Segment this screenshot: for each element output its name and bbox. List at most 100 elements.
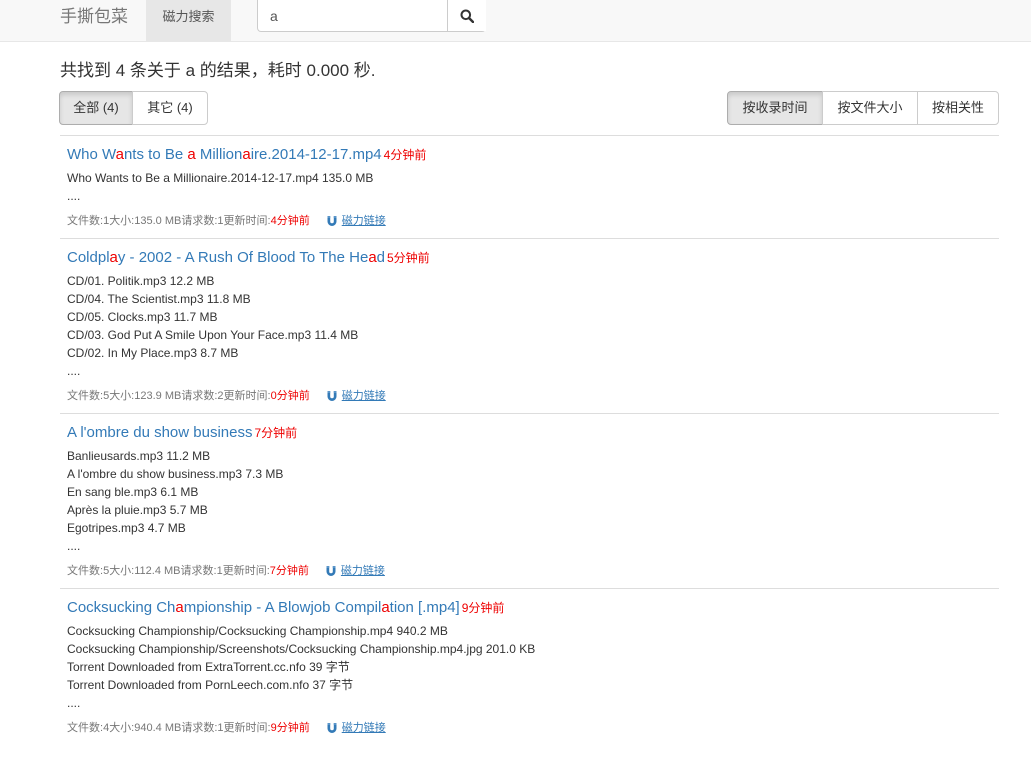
result-meta: 文件数: 1 大小: 135.0 MB 请求数: 1 更新时间: 4分钟前 磁力链… [67,213,992,238]
title-text: Coldpl [67,249,110,266]
file-entry: Egotripes.mp3 4.7 MB [67,521,186,535]
sort-by-size-button[interactable]: 按文件大小 [822,91,918,125]
result-meta: 文件数: 5 大小: 112.4 MB 请求数: 1 更新时间: 7分钟前 磁力链… [67,563,992,588]
meta-updated-label: 更新时间: [222,565,270,577]
file-list: Who Wants to Be a Millionaire.2014-12-17… [67,169,992,205]
highlighted-term: a [115,146,124,163]
meta-size: 112.4 MB [134,565,181,577]
highlighted-term: a [368,249,377,266]
search-input[interactable] [258,0,447,31]
sort-by-time-button[interactable]: 按收录时间 [727,91,823,125]
magnet-link[interactable]: 磁力链接 [325,563,385,579]
file-entry: Who Wants to Be a Millionaire.2014-12-17… [67,171,374,185]
meta-updated: 4分钟前 [270,215,310,227]
file-entry: .... [67,364,81,378]
search-icon [460,9,474,23]
file-entry: .... [67,189,81,203]
meta-files-label: 文件数: [67,565,104,577]
highlighted-term: a [242,146,251,163]
meta-size: 123.9 MB [134,390,182,402]
result-item: Who Wants to Be a Millionaire.2014-12-17… [60,135,999,238]
file-entry: CD/04. The Scientist.mp3 11.8 MB [67,292,251,306]
title-text: tion [.mp4] [389,599,460,616]
result-summary: 共找到 4 条关于 a 的结果，耗时 0.000 秒. [60,61,376,80]
result-title: Coldplay - 2002 - A Rush Of Blood To The… [67,248,992,268]
result-title-link[interactable]: Who Wants to Be a Millionaire.2014-12-17… [67,146,382,163]
file-list: Banlieusards.mp3 11.2 MB A l'ombre du sho… [67,447,992,555]
filter-all-button[interactable]: 全部 (4) [59,91,133,125]
meta-size-label: 大小: [109,722,135,734]
title-text: Who W [67,146,116,163]
result-item: Cocksucking Championship - A Blowjob Com… [60,588,999,745]
meta-size-label: 大小: [109,565,135,577]
magnet-link-label: 磁力链接 [341,390,386,402]
file-entry: .... [67,696,81,710]
file-entry: Après la pluie.mp3 5.7 MB [67,503,208,517]
navbar: 手撕包菜 磁力搜索 [0,0,1031,42]
magnet-icon [327,216,337,226]
meta-requests-label: 请求数: [181,215,218,227]
title-text: mpionship - A Blowjob Compil [183,599,382,616]
file-entry: Banlieusards.mp3 11.2 MB [67,449,211,463]
result-item: Coldplay - 2002 - A Rush Of Blood To The… [60,238,999,413]
file-entry: CD/02. In My Place.mp3 8.7 MB [67,346,239,360]
magnet-icon [327,391,337,401]
meta-requests-label: 请求数: [181,390,218,402]
meta-updated-label: 更新时间: [223,722,271,734]
meta-size: 940.4 MB [134,722,182,734]
meta-updated: 7分钟前 [269,565,309,577]
title-text: d [376,249,385,266]
meta-size-label: 大小: [109,215,135,227]
file-entry: .... [67,539,81,553]
file-list: CD/01. Politik.mp3 12.2 MB CD/04. The Sci… [67,272,992,380]
result-title: Who Wants to Be a Millionaire.2014-12-17… [67,145,992,165]
magnet-link[interactable]: 磁力链接 [326,213,386,229]
title-text: nts to Be [123,146,188,163]
file-entry: En sang ble.mp3 6.1 MB [67,485,199,499]
file-entry: CD/03. God Put A Smile Upon Your Face.mp… [67,328,359,342]
tab-magnet-search[interactable]: 磁力搜索 [146,0,231,41]
result-title-link[interactable]: Cocksucking Championship - A Blowjob Com… [67,599,460,616]
meta-files-label: 文件数: [67,215,104,227]
file-entry: Cocksucking Championship/Cocksucking Cha… [67,624,448,638]
meta-updated-label: 更新时间: [223,215,271,227]
result-title-link[interactable]: A l'ombre du show business [67,424,252,441]
file-entry: Torrent Downloaded from PornLeech.com.nf… [67,678,354,692]
meta-requests-label: 请求数: [180,565,217,577]
file-entry: Cocksucking Championship/Screenshots/Coc… [67,642,536,656]
title-text: A l'ombre du show business [67,424,253,441]
magnet-link[interactable]: 磁力链接 [326,720,386,736]
result-age: 5分钟前 [387,251,430,265]
magnet-link-label: 磁力链接 [341,722,386,734]
result-title: A l'ombre du show business 7分钟前 [67,423,992,443]
meta-files-label: 文件数: [67,722,104,734]
title-text: Million [195,146,243,163]
magnet-link-label: 磁力链接 [340,565,385,577]
meta-size: 135.0 MB [134,215,182,227]
file-entry: CD/05. Clocks.mp3 11.7 MB [67,310,218,324]
magnet-link-label: 磁力链接 [341,215,386,227]
meta-files-label: 文件数: [67,390,104,402]
meta-updated-label: 更新时间: [223,390,271,402]
search-form [257,0,486,32]
title-text: ire.2014-12-17.mp4 [250,146,382,163]
title-text: y - 2002 - A Rush Of Blood To The He [117,249,369,266]
magnet-link[interactable]: 磁力链接 [326,388,386,404]
result-item: A l'ombre du show business 7分钟前 Banlieusar… [60,413,999,588]
result-title-link[interactable]: Coldplay - 2002 - A Rush Of Blood To The… [67,249,385,266]
filter-other-button[interactable]: 其它 (4) [132,91,208,125]
meta-updated: 9分钟前 [270,722,310,734]
sort-by-relevance-button[interactable]: 按相关性 [917,91,999,125]
highlighted-term: a [381,599,390,616]
highlighted-term: a [109,249,118,266]
file-entry: A l'ombre du show business.mp3 7.3 MB [67,467,284,481]
results-list: Who Wants to Be a Millionaire.2014-12-17… [60,135,999,745]
title-text: Cocksucking Ch [67,599,176,616]
magnet-icon [326,566,336,576]
result-age: 4分钟前 [383,148,427,162]
highlighted-term: a [187,146,196,163]
search-button[interactable] [447,0,486,31]
brand-logo-text[interactable]: 手撕包菜 [60,7,128,27]
result-title: Cocksucking Championship - A Blowjob Com… [67,598,992,618]
highlighted-term: a [175,599,184,616]
